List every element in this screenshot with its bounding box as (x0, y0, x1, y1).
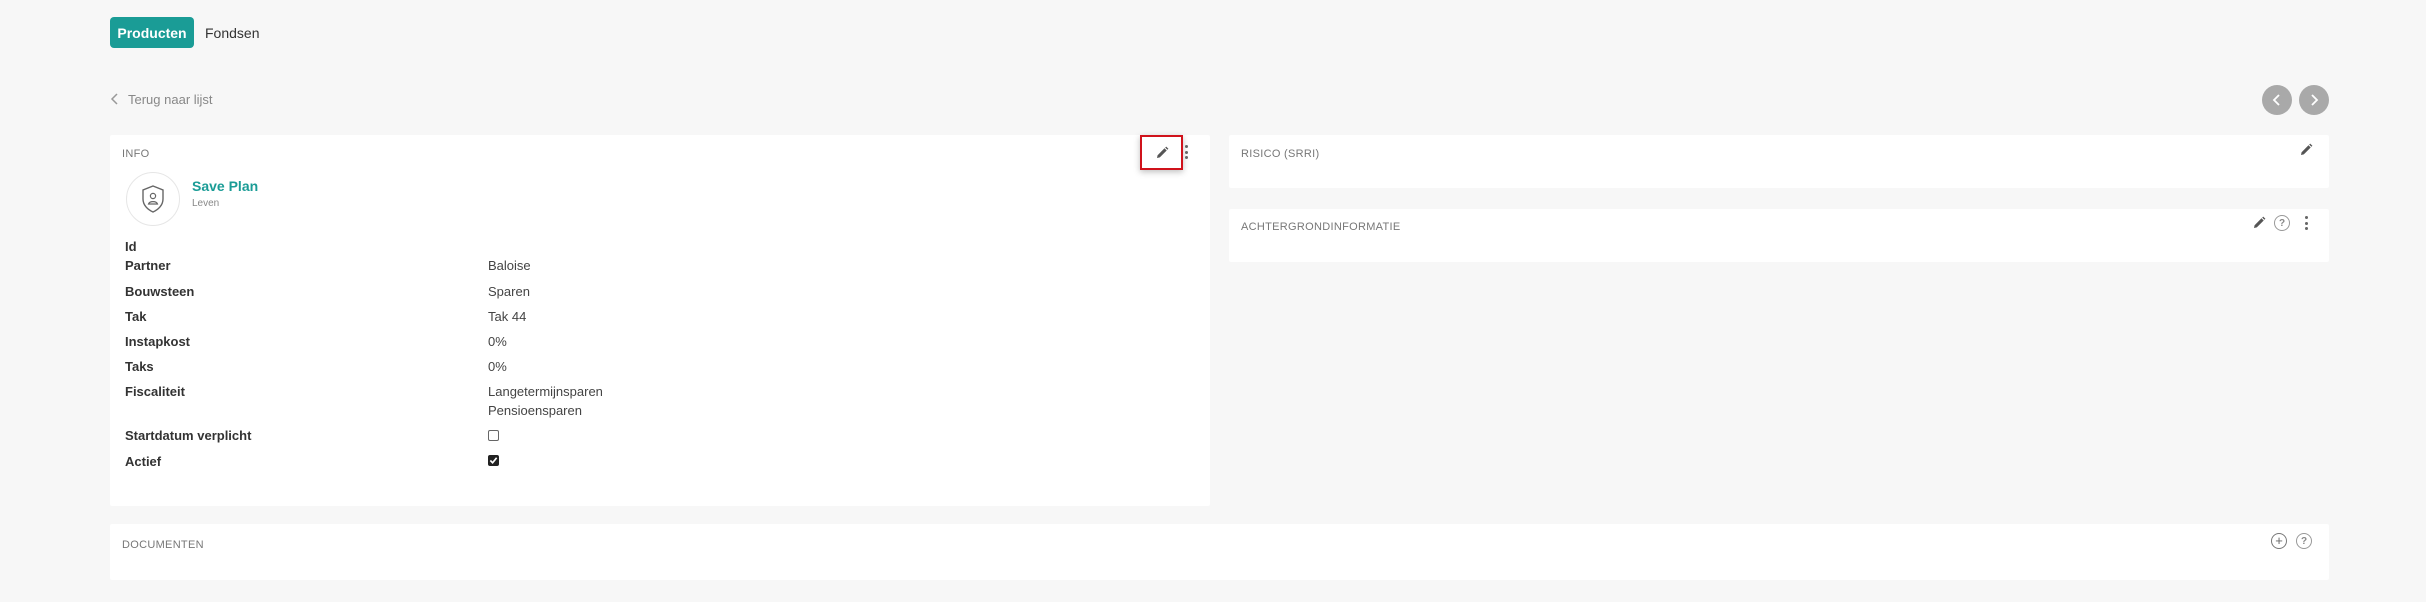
actief-checkbox[interactable] (488, 455, 499, 466)
pencil-icon[interactable] (2297, 141, 2315, 159)
row-value-fiscaliteit-1: Langetermijnsparen (488, 384, 603, 399)
row-value-taks: 0% (488, 359, 507, 374)
tab-fondsen[interactable]: Fondsen (205, 17, 259, 48)
row-value-tak: Tak 44 (488, 309, 527, 324)
row-value-instapkost: 0% (488, 334, 507, 349)
add-circle-icon[interactable]: + (2271, 533, 2287, 549)
product-name[interactable]: Save Plan (192, 178, 258, 194)
shield-user-icon (142, 185, 164, 213)
more-vertical-icon[interactable] (1183, 144, 1189, 160)
row-value-fiscaliteit-2: Pensioensparen (488, 403, 582, 418)
risk-card (1229, 135, 2329, 188)
row-label-taks: Taks (125, 359, 154, 374)
back-link[interactable]: Terug naar lijst (110, 88, 213, 110)
risk-card-title: RISICO (SRRI) (1241, 148, 1320, 160)
row-value-partner: Baloise (488, 258, 531, 273)
startdatum-checkbox[interactable] (488, 430, 499, 441)
row-label-fiscaliteit: Fiscaliteit (125, 384, 185, 399)
next-button[interactable] (2299, 85, 2329, 115)
more-vertical-icon[interactable] (2303, 215, 2309, 231)
row-label-actief: Actief (125, 454, 162, 469)
back-link-label: Terug naar lijst (128, 91, 213, 107)
background-card (1229, 209, 2329, 262)
documents-card (110, 524, 2329, 580)
previous-button[interactable] (2262, 85, 2292, 115)
tab-producten[interactable]: Producten (110, 17, 194, 48)
checkmark-icon (489, 457, 498, 464)
info-card-title: INFO (122, 148, 150, 160)
row-label-tak: Tak (125, 309, 147, 324)
row-label-bouwsteen: Bouwsteen (125, 284, 195, 299)
background-card-title: ACHTERGRONDINFORMATIE (1241, 221, 1401, 233)
pencil-icon[interactable] (2250, 214, 2268, 232)
chevron-left-icon (2272, 94, 2280, 106)
help-icon[interactable]: ? (2274, 215, 2290, 231)
row-value-bouwsteen: Sparen (488, 284, 530, 299)
chevron-left-icon (110, 93, 118, 105)
row-label-startdatum: Startdatum verplicht (125, 428, 252, 443)
product-category: Leven (192, 198, 220, 209)
row-label-partner: Partner (125, 258, 171, 273)
help-icon[interactable]: ? (2296, 533, 2312, 549)
info-edit-button[interactable] (1140, 135, 1183, 170)
product-logo (126, 172, 180, 226)
row-label-id: Id (125, 239, 137, 254)
chevron-right-icon (2311, 94, 2319, 106)
info-card (110, 135, 1210, 506)
row-label-instapkost: Instapkost (125, 334, 191, 349)
documents-card-title: DOCUMENTEN (122, 539, 204, 551)
pencil-icon (1153, 144, 1171, 162)
